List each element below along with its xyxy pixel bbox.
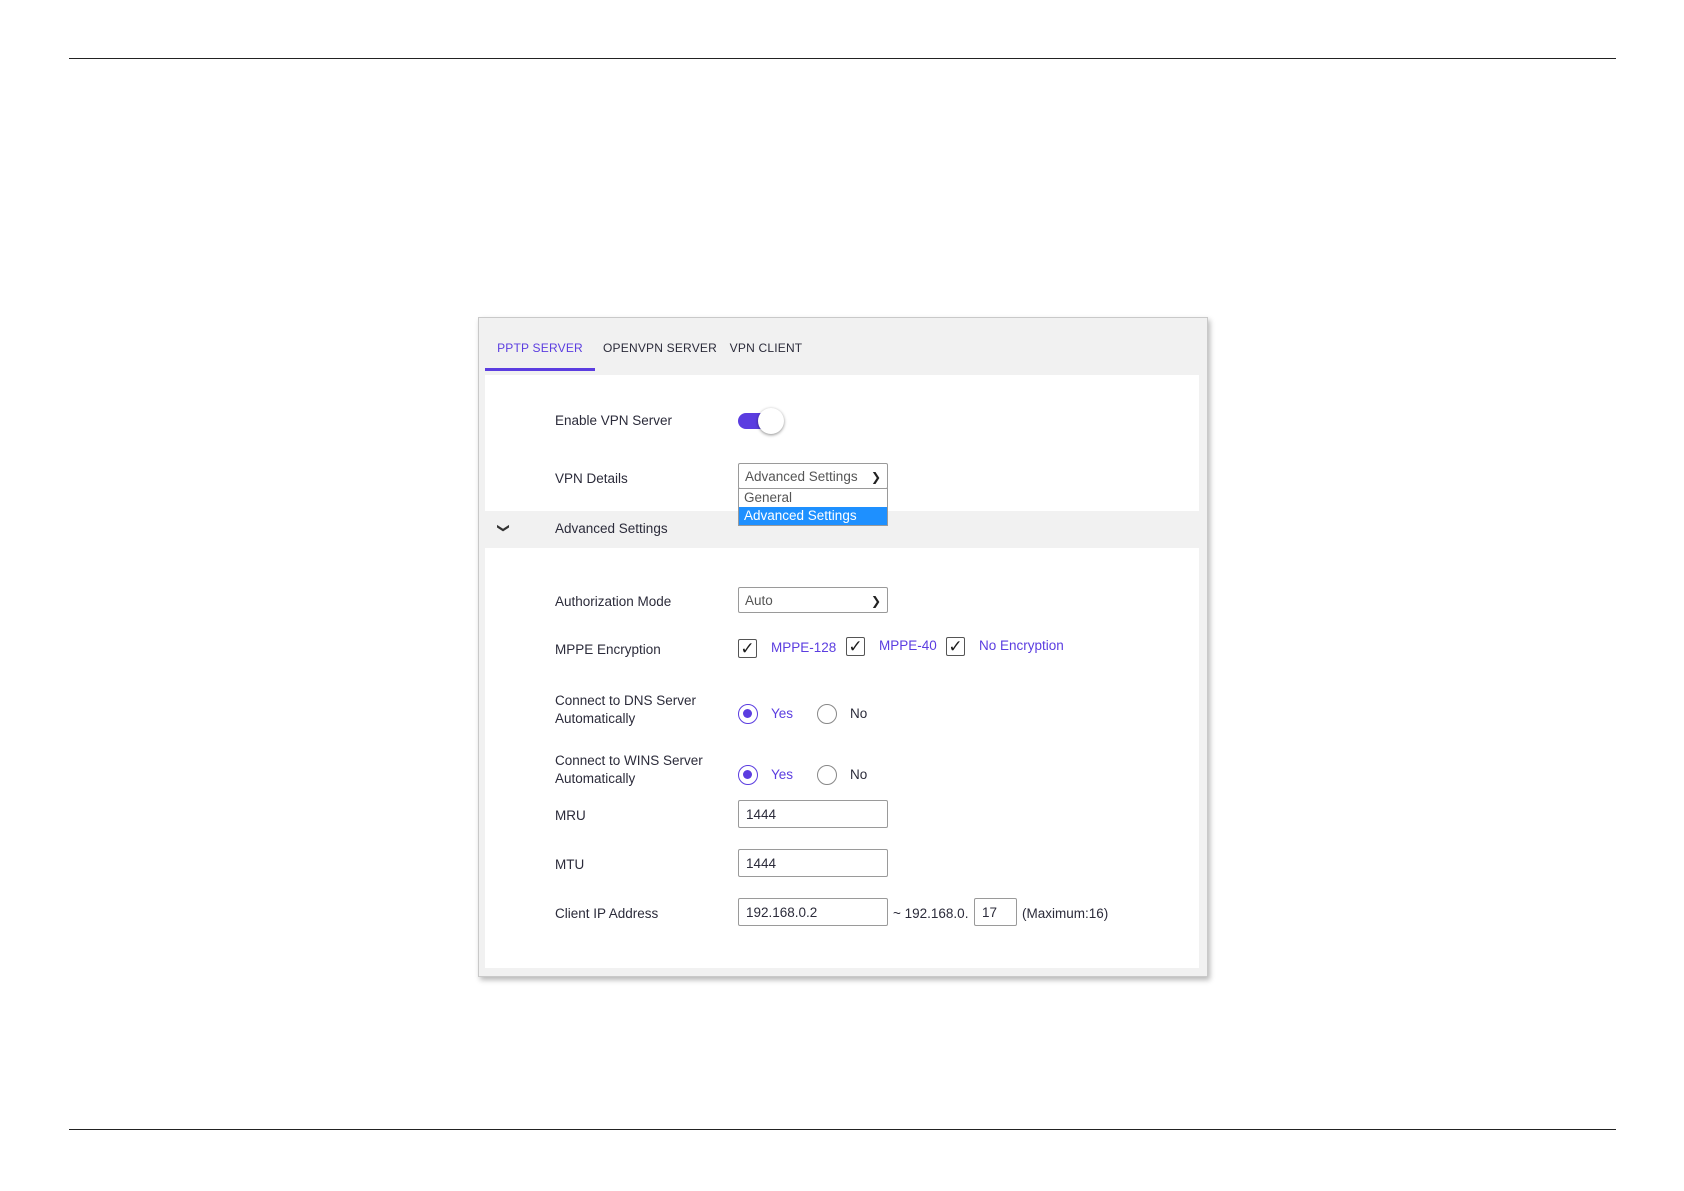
vpn-details-select[interactable]: Advanced Settings ❯ (738, 463, 888, 489)
auth-mode-label: Authorization Mode (555, 594, 672, 609)
dns-auto-yes-radio[interactable] (738, 704, 758, 724)
mppe-40-label: MPPE-40 (879, 638, 937, 653)
vpn-details-dropdown: General Advanced Settings (738, 488, 888, 526)
wins-auto-label-line2: Automatically (555, 771, 636, 786)
client-ip-label: Client IP Address (555, 906, 659, 921)
dropdown-option-advanced-settings[interactable]: Advanced Settings (739, 507, 887, 525)
wins-auto-yes-radio[interactable] (738, 765, 758, 785)
dns-auto-label-line2: Automatically (555, 711, 636, 726)
mtu-label: MTU (555, 857, 585, 872)
dns-auto-label-line1: Connect to DNS Server (555, 693, 697, 708)
advanced-settings-title: Advanced Settings (555, 521, 668, 536)
tab-pptp-server[interactable]: PPTP SERVER (485, 325, 595, 371)
enable-vpn-toggle[interactable] (738, 408, 786, 434)
wins-auto-label-line1: Connect to WINS Server (555, 753, 703, 768)
chevron-down-icon: ❯ (870, 470, 881, 484)
client-ip-range-prefix: ~ 192.168.0. (893, 906, 969, 921)
chevron-down-icon: ❯ (870, 594, 881, 608)
mppe-label: MPPE Encryption (555, 642, 661, 657)
client-ip-start-input[interactable] (738, 898, 888, 926)
dns-auto-yes-label: Yes (771, 706, 794, 721)
tab-bar: PPTP SERVER OPENVPN SERVER VPN CLIENT (485, 325, 1199, 371)
enable-vpn-label: Enable VPN Server (555, 413, 673, 428)
wins-auto-yes-label: Yes (771, 767, 794, 782)
client-ip-end-input[interactable] (974, 898, 1017, 926)
settings-content: Enable VPN Server VPN Details Advanced S… (485, 375, 1199, 968)
dns-auto-no-radio[interactable] (817, 704, 837, 724)
mru-label: MRU (555, 808, 586, 823)
mppe-40-checkbox[interactable]: ✓ (846, 637, 865, 656)
no-encryption-checkbox[interactable]: ✓ (946, 637, 965, 656)
tab-openvpn-server[interactable]: OPENVPN SERVER (603, 325, 717, 371)
wins-auto-no-radio[interactable] (817, 765, 837, 785)
toggle-knob (758, 408, 784, 434)
auth-mode-value: Auto (745, 593, 773, 608)
vpn-settings-panel: PPTP SERVER OPENVPN SERVER VPN CLIENT En… (478, 317, 1208, 977)
auth-mode-select[interactable]: Auto ❯ (738, 587, 888, 613)
dns-auto-no-label: No (850, 706, 868, 721)
header-rule (69, 58, 1616, 59)
vpn-details-label: VPN Details (555, 471, 628, 486)
mru-input[interactable] (738, 800, 888, 828)
wins-auto-no-label: No (850, 767, 868, 782)
dropdown-option-general[interactable]: General (739, 489, 887, 507)
client-ip-max-note: (Maximum:16) (1022, 906, 1109, 921)
chevron-down-icon: ❯ (497, 522, 512, 534)
vpn-details-value: Advanced Settings (745, 469, 858, 484)
mppe-128-checkbox[interactable]: ✓ (738, 639, 757, 658)
tab-vpn-client[interactable]: VPN CLIENT (725, 325, 807, 371)
footer-rule (69, 1129, 1616, 1130)
mtu-input[interactable] (738, 849, 888, 877)
no-encryption-label: No Encryption (979, 638, 1064, 653)
mppe-128-label: MPPE-128 (771, 640, 837, 655)
